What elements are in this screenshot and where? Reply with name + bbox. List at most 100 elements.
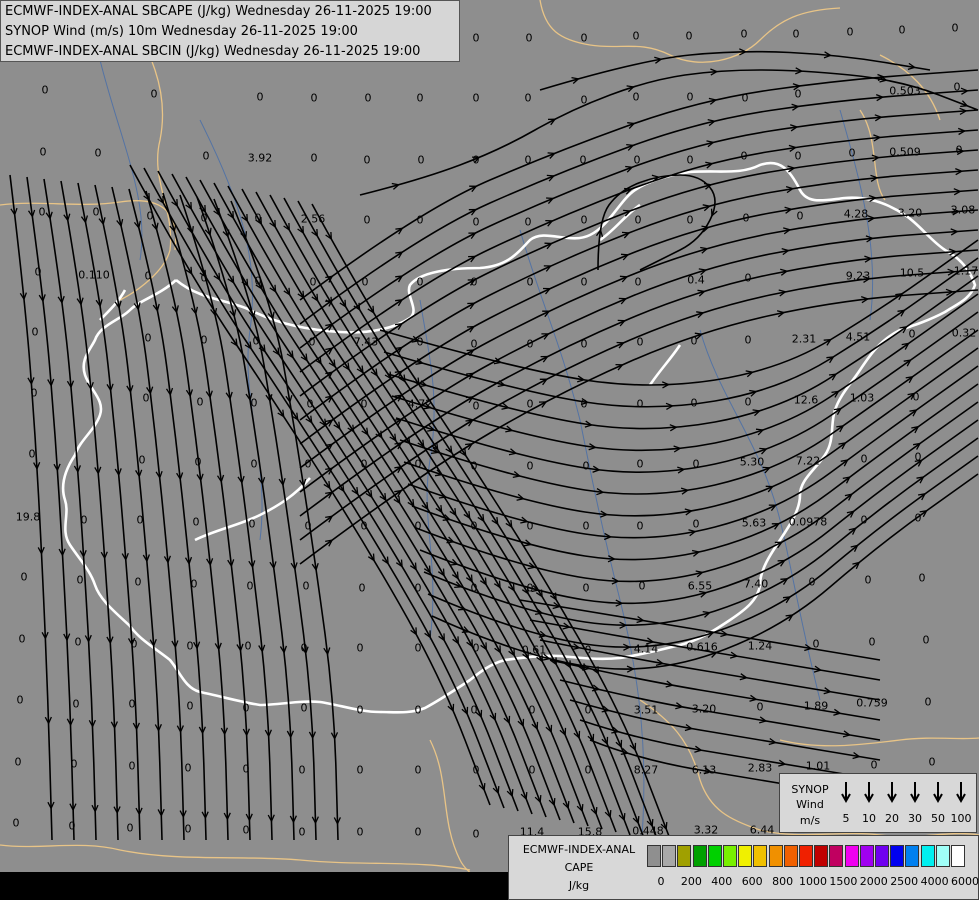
cape-value-label: 0: [242, 701, 250, 715]
cape-value-label: 0: [470, 337, 478, 351]
cape-value-label: 0: [526, 275, 534, 289]
cape-value-label: 0: [636, 397, 644, 411]
cape-value-label: 10.5: [899, 266, 925, 280]
cape-color-swatch: [875, 845, 889, 867]
cape-value-label: 0: [200, 271, 208, 285]
cape-value-label: 0: [360, 457, 368, 471]
wind-arrow-down-icon: [956, 782, 966, 804]
cape-value-label: 0: [472, 153, 480, 167]
cape-value-label: 0: [579, 153, 587, 167]
cape-value-label: 0: [860, 513, 868, 527]
cape-value-label: 0: [356, 763, 364, 777]
cape-value-label: 0: [200, 333, 208, 347]
synop-speed-label: 50: [931, 812, 945, 825]
cape-value-label: 0: [584, 703, 592, 717]
cape-value-label: 6.13: [691, 763, 717, 777]
cape-value-label: 0: [414, 825, 422, 839]
cape-value-label: 0: [470, 581, 478, 595]
cape-value-label: 0: [363, 153, 371, 167]
cape-value-label: 0: [309, 275, 317, 289]
cape-value-label: 0: [417, 153, 425, 167]
cape-value-label: 4.51: [845, 330, 871, 344]
wind-arrow-down-icon: [864, 782, 874, 804]
cape-value-label: 0: [794, 87, 802, 101]
cape-value-label: 0: [356, 703, 364, 717]
cape-value-label: 0: [898, 23, 906, 37]
cape-value-label: 0: [76, 573, 84, 587]
wind-streamline: [269, 194, 631, 836]
cape-value-label: 0: [252, 334, 260, 348]
cape-value-label: 1.24: [747, 639, 773, 653]
cape-value-label: 1.01: [805, 759, 831, 773]
cape-value-label: 0: [144, 269, 152, 283]
cape-value-label: 3.92: [247, 151, 273, 165]
cape-value-label: 0: [741, 91, 749, 105]
cape-value-label: 0: [254, 274, 262, 288]
cape-value-label: 12.6: [793, 393, 819, 407]
cape-value-label: 0: [472, 641, 480, 655]
cape-value-label: 0: [414, 763, 422, 777]
wind-streamline: [299, 69, 979, 301]
cape-value-label: 0: [580, 93, 588, 107]
synop-legend-unit: m/s: [799, 814, 821, 827]
wind-streamline: [77, 182, 141, 841]
wind-arrow-down-icon: [933, 782, 943, 804]
cape-color-swatch: [723, 845, 737, 867]
cape-value-label: 0: [472, 399, 480, 413]
cape-value-label: 1.17: [953, 264, 979, 278]
cape-value-label: 0: [144, 331, 152, 345]
title-line-sbcape: ECMWF-INDEX-ANAL SBCAPE (J/kg) Wednesday…: [5, 4, 432, 19]
cape-value-label: 0: [470, 459, 478, 473]
cape-color-swatch: [920, 845, 935, 867]
wind-arrow-down-icon: [910, 782, 920, 804]
cape-value-label: 0: [528, 763, 536, 777]
cape-value-label: 0: [20, 570, 28, 584]
cape-value-label: 9.23: [845, 269, 871, 283]
cape-value-label: 0: [414, 703, 422, 717]
cape-value-label: 0: [524, 153, 532, 167]
cape-value-label: 0: [242, 762, 250, 776]
cape-value-label: 0: [582, 581, 590, 595]
cape-value-label: 0: [692, 517, 700, 531]
cape-value-label: 0: [304, 457, 312, 471]
cape-value-label: 0: [30, 386, 38, 400]
cape-value-label: 0: [584, 643, 592, 657]
cape-value-label: 0: [918, 571, 926, 585]
cape-legend-label: 1000: [799, 875, 827, 888]
cape-value-label: 0: [794, 149, 802, 163]
cape-legend-label: 4000: [920, 875, 949, 888]
cape-value-label: 0: [310, 151, 318, 165]
wind-streamline: [162, 192, 251, 841]
cape-value-label: 0: [416, 275, 424, 289]
cape-value-label: 0: [792, 27, 800, 41]
synop-speed-label: 10: [862, 812, 876, 825]
cape-value-label: 0: [848, 146, 856, 160]
cape-legend-label: 600: [741, 875, 763, 888]
cape-value-label: 4.14: [633, 642, 659, 656]
cape-value-label: 0.503: [889, 84, 921, 98]
cape-value-label: 0: [686, 90, 694, 104]
map-title-box: ECMWF-INDEX-ANAL SBCAPE (J/kg) Wednesday…: [0, 0, 460, 62]
cape-value-label: 0: [812, 637, 820, 651]
cape-value-label: 0: [846, 25, 854, 39]
synop-wind-arrows: [841, 782, 966, 804]
cape-color-swatch: [799, 845, 813, 867]
cape-value-label: 0: [306, 397, 314, 411]
cape-value-label: 0: [864, 573, 872, 587]
cape-value-label: 0: [953, 80, 961, 94]
cape-value-label: 0: [360, 519, 368, 533]
minor-borders-layer: [0, 0, 979, 900]
cape-value-label: 2.31: [791, 332, 817, 346]
cape-value-label: 0: [472, 827, 480, 841]
cape-value-label: 0: [870, 758, 878, 772]
cape-value-label: 0: [472, 31, 480, 45]
cape-value-label: 0: [146, 209, 154, 223]
cape-value-label: 0: [742, 211, 750, 225]
cape-value-label: 7.40: [743, 577, 769, 591]
cape-value-label: 0: [632, 29, 640, 43]
cape-value-label: 0: [686, 213, 694, 227]
cape-value-label: 0: [254, 211, 262, 225]
cape-value-label: 0: [298, 825, 306, 839]
cape-value-label: 0: [356, 641, 364, 655]
cape-value-label: 0: [242, 823, 250, 837]
